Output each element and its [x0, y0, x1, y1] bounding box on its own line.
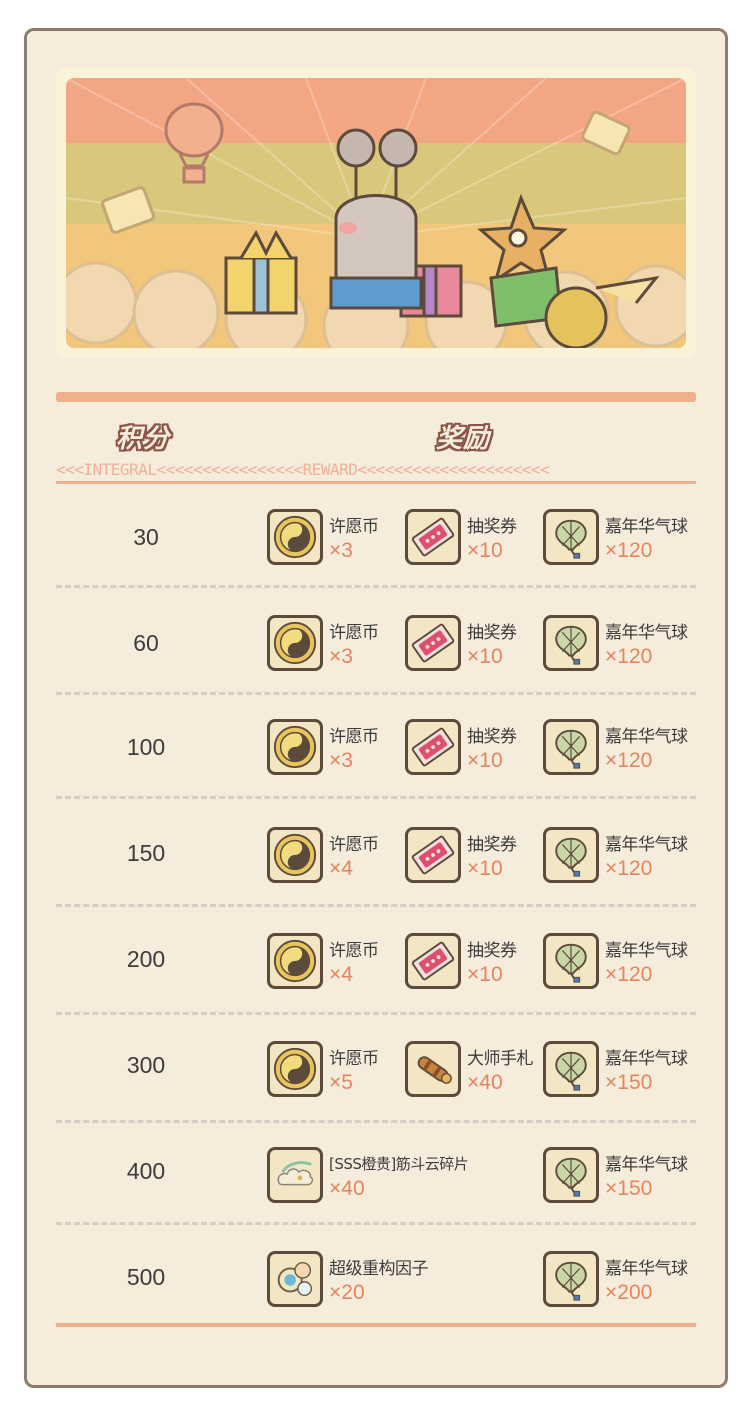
reward-name: 嘉年华气球 — [605, 727, 688, 747]
wish-coin-icon — [267, 1041, 323, 1097]
row-score: 60 — [133, 629, 159, 656]
reward-name: 嘉年华气球 — [605, 1155, 688, 1175]
lottery-ticket-icon — [405, 615, 461, 671]
reward-name: 嘉年华气球 — [605, 517, 688, 537]
lottery-ticket-icon — [405, 719, 461, 775]
row-score: 400 — [126, 1157, 166, 1184]
reward-qty: ×10 — [467, 749, 503, 772]
reward-qty: ×10 — [467, 857, 503, 880]
reward-qty: ×20 — [329, 1281, 365, 1304]
cloud-fragment-icon — [267, 1147, 323, 1203]
carnival-balloon-icon — [543, 1041, 599, 1097]
snail-character — [329, 128, 423, 310]
reward-name: 许愿币 — [329, 1049, 379, 1069]
reward-name: 嘉年华气球 — [605, 1049, 688, 1069]
reward-name: 超级重构因子 — [329, 1259, 429, 1279]
reward-row: 60 许愿币 ×3 抽奖券 ×10 嘉年华气球 ×120 — [56, 590, 696, 696]
reward-name: 抽奖券 — [467, 623, 517, 643]
reward-qty: ×120 — [605, 645, 653, 668]
reward-row: 100 许愿币 ×3 抽奖券 ×10 嘉年华气球 ×120 — [56, 694, 696, 800]
reward-name: 许愿币 — [329, 835, 379, 855]
reward-name: 嘉年华气球 — [605, 623, 688, 643]
reconstruction-factor-icon — [267, 1251, 323, 1307]
reward-qty: ×40 — [329, 1177, 365, 1200]
header-subband: <<<INTEGRAL<<<<<<<<<<<<<<<<REWARD<<<<<<<… — [56, 460, 696, 484]
reward-qty: ×10 — [467, 645, 503, 668]
reward-qty: ×10 — [467, 539, 503, 562]
reward-row: 500 超级重构因子 ×20 嘉年华气球 ×200 — [56, 1224, 696, 1330]
event-banner — [56, 68, 696, 358]
row-divider — [56, 585, 696, 588]
reward-qty: ×40 — [467, 1071, 503, 1094]
reward-header: 奖励 — [436, 424, 491, 454]
wish-coin-icon — [267, 719, 323, 775]
reward-name: [SSS橙贵]筋斗云碎片 — [329, 1155, 469, 1173]
reward-name: 抽奖券 — [467, 941, 517, 961]
carnival-balloon-icon — [543, 1147, 599, 1203]
reward-qty: ×120 — [605, 749, 653, 772]
reward-qty: ×200 — [605, 1281, 653, 1304]
reward-qty: ×3 — [329, 539, 353, 562]
row-score: 100 — [126, 733, 166, 760]
reward-qty: ×4 — [329, 963, 353, 986]
row-divider — [56, 796, 696, 799]
carnival-balloon-icon — [543, 509, 599, 565]
reward-name: 大师手札 — [467, 1049, 534, 1069]
reward-row: 300 许愿币 ×5 大师手札 ×40 嘉年华气球 ×150 — [56, 1012, 696, 1118]
reward-name: 抽奖券 — [467, 727, 517, 747]
lottery-ticket-icon — [405, 509, 461, 565]
reward-qty: ×3 — [329, 645, 353, 668]
master-notebook-icon — [405, 1041, 461, 1097]
subband-left-text: <<<INTEGRAL<<<<<<<<<<<<<<<< — [56, 460, 303, 479]
reward-qty: ×3 — [329, 749, 353, 772]
header-rule — [56, 392, 696, 402]
lottery-ticket-icon — [405, 827, 461, 883]
wish-coin-icon — [267, 509, 323, 565]
reward-qty: ×120 — [605, 963, 653, 986]
integral-header: 积分 — [116, 424, 171, 454]
reward-name: 嘉年华气球 — [605, 941, 688, 961]
reward-qty: ×4 — [329, 857, 353, 880]
wish-coin-icon — [267, 827, 323, 883]
carnival-balloon-icon — [543, 933, 599, 989]
reward-row: 30 许愿币 ×3 抽奖券 ×10 嘉年华气球 ×120 — [56, 484, 696, 590]
reward-name: 嘉年华气球 — [605, 835, 688, 855]
footer-rule — [56, 1323, 696, 1327]
row-score: 150 — [126, 839, 166, 866]
reward-qty: ×150 — [605, 1071, 653, 1094]
reward-qty: ×120 — [605, 539, 653, 562]
reward-qty: ×150 — [605, 1177, 653, 1200]
reward-name: 抽奖券 — [467, 835, 517, 855]
banner-illustration — [66, 78, 686, 348]
reward-name: 嘉年华气球 — [605, 1259, 688, 1279]
row-score: 30 — [133, 523, 159, 550]
reward-name: 许愿币 — [329, 623, 379, 643]
reward-name: 许愿币 — [329, 941, 379, 961]
carnival-balloon-icon — [543, 1251, 599, 1307]
reward-name: 许愿币 — [329, 517, 379, 537]
row-score: 200 — [126, 945, 166, 972]
wish-coin-icon — [267, 615, 323, 671]
carnival-balloon-icon — [543, 719, 599, 775]
subband-right-text: REWARD<<<<<<<<<<<<<<<<<<<<< — [302, 460, 550, 479]
reward-row: 400 [SSS橙贵]筋斗云碎片 ×40 嘉年华气球 ×150 — [56, 1118, 696, 1224]
carnival-balloon-icon — [543, 615, 599, 671]
hot-air-balloon-icon — [164, 102, 224, 184]
reward-row: 200 许愿币 ×4 抽奖券 ×10 嘉年华气球 ×120 — [56, 906, 696, 1012]
lottery-ticket-icon — [405, 933, 461, 989]
row-score: 300 — [126, 1051, 166, 1078]
carnival-balloon-icon — [543, 827, 599, 883]
wish-coin-icon — [267, 933, 323, 989]
reward-name: 抽奖券 — [467, 517, 517, 537]
reward-row: 150 许愿币 ×4 抽奖券 ×10 嘉年华气球 ×120 — [56, 800, 696, 906]
reward-name: 许愿币 — [329, 727, 379, 747]
reward-qty: ×120 — [605, 857, 653, 880]
reward-qty: ×5 — [329, 1071, 353, 1094]
row-score: 500 — [126, 1263, 166, 1290]
reward-qty: ×10 — [467, 963, 503, 986]
